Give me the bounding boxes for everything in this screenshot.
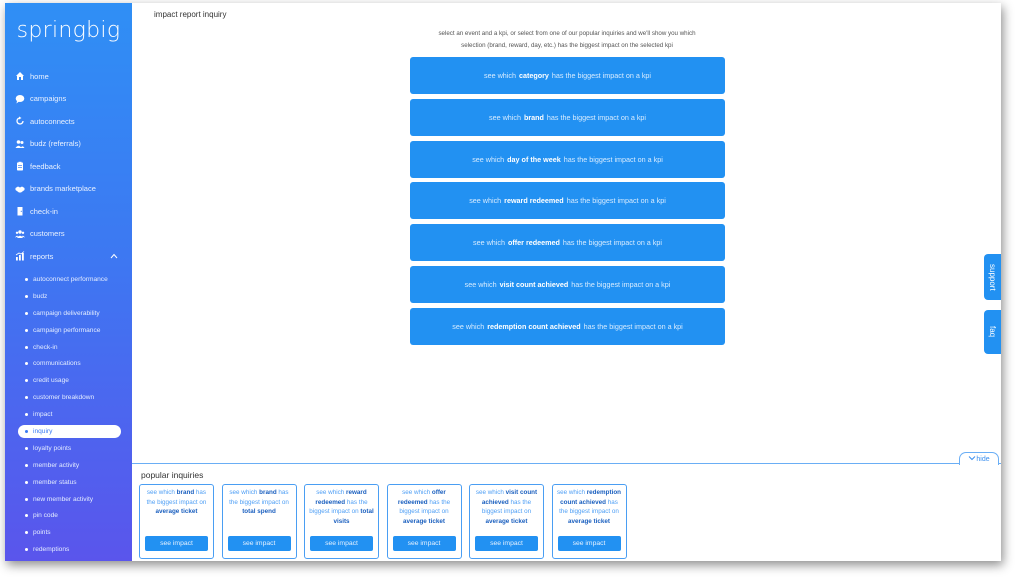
popular-cards: see which brand has the biggest impact o… — [139, 484, 634, 559]
inquiry-button-list: see which category has the biggest impact … — [410, 57, 725, 350]
sidebar-item-check-in[interactable]: check-in — [5, 200, 132, 223]
popular-card: see which brand has the biggest impact o… — [221, 484, 297, 559]
bullet-icon — [25, 311, 28, 315]
sidebar-item-label: reports — [30, 251, 54, 261]
report-member-status[interactable]: member status — [5, 474, 132, 491]
report-loyalty-points[interactable]: loyalty points — [5, 440, 132, 457]
bullet-icon — [25, 531, 28, 535]
inquiry-button-category[interactable]: see which category has the biggest impact … — [410, 57, 725, 94]
sidebar-item-label: budz (referrals) — [30, 139, 81, 149]
sidebar-item-label: customers — [30, 229, 65, 239]
report-campaign-performance[interactable]: campaign performance — [5, 322, 132, 339]
clipboard-icon — [14, 161, 25, 172]
inquiry-button-reward-redeemed[interactable]: see which reward redeemed has the biggest … — [410, 182, 725, 220]
bullet-icon — [25, 413, 28, 417]
popular-card: see which reward redeemed has the bigges… — [304, 484, 379, 559]
sidebar-item-label: brands marketplace — [30, 184, 96, 194]
door-icon — [14, 206, 25, 217]
report-pin-code[interactable]: pin code — [5, 507, 132, 524]
report-budz[interactable]: budz — [5, 288, 132, 305]
sidebar: springbig home campaigns autoconnects bu… — [5, 3, 132, 561]
app-window: springbig home campaigns autoconnects bu… — [5, 3, 1001, 561]
bullet-icon — [25, 277, 28, 281]
bullet-icon — [25, 497, 28, 501]
faq-tab[interactable]: faq — [984, 310, 1001, 354]
sidebar-item-label: check-in — [30, 206, 58, 216]
see-impact-button[interactable]: see impact — [557, 536, 621, 551]
sidebar-item-label: feedback — [30, 161, 61, 171]
chevron-up-icon[interactable] — [110, 252, 118, 261]
report-autoconnect-performance[interactable]: autoconnect performance — [5, 271, 132, 288]
report-impact[interactable]: impact — [5, 406, 132, 423]
sidebar-item-label: home — [30, 71, 49, 81]
report-member-activity[interactable]: member activity — [5, 457, 132, 474]
handshake-icon — [14, 183, 25, 194]
bullet-icon — [25, 362, 28, 366]
bullet-icon — [25, 446, 28, 450]
bullet-icon — [25, 429, 28, 433]
popular-inquiries-panel: hide popular inquiries see which brand h… — [132, 452, 1001, 561]
report-communications[interactable]: communications — [5, 355, 132, 372]
sidebar-item-campaigns[interactable]: campaigns — [5, 88, 132, 111]
sidebar-item-customers[interactable]: customers — [5, 223, 132, 246]
bullet-icon — [25, 480, 28, 484]
popular-inquiries-title: popular inquiries — [141, 470, 204, 480]
popular-card: see which offer redeemed has the biggest… — [386, 484, 462, 559]
sidebar-item-label: autoconnects — [30, 116, 75, 126]
sidebar-item-autoconnects[interactable]: autoconnects — [5, 110, 132, 133]
report-check-in[interactable]: check-in — [5, 339, 132, 356]
popular-card: see which redemption count achieved has … — [551, 484, 627, 559]
sidebar-item-home[interactable]: home — [5, 65, 132, 88]
sidebar-item-budz[interactable]: budz (referrals) — [5, 133, 132, 156]
report-redemptions[interactable]: redemptions — [5, 541, 132, 558]
report-credit-usage[interactable]: credit usage — [5, 372, 132, 389]
see-impact-button[interactable]: see impact — [227, 536, 291, 551]
bullet-icon — [25, 345, 28, 349]
bullet-icon — [25, 548, 28, 552]
inquiry-button-day-of-week[interactable]: see which day of the week has the biggest … — [410, 140, 725, 178]
inquiry-button-visit-count[interactable]: see which visit count achieved has the big… — [410, 265, 725, 303]
instructions: select an event and a kpi, or select fro… — [438, 30, 696, 49]
home-icon — [14, 71, 25, 82]
support-tab[interactable]: support — [984, 254, 1001, 300]
sidebar-nav: home campaigns autoconnects budz (referr… — [5, 65, 132, 268]
chart-icon — [14, 251, 25, 262]
chevron-down-icon — [968, 455, 976, 463]
bullet-icon — [25, 294, 28, 298]
report-inquiry[interactable]: inquiry — [5, 423, 132, 440]
inquiry-button-offer-redeemed[interactable]: see which offer redeemed has the biggest i… — [410, 224, 725, 262]
chat-icon — [14, 93, 25, 104]
popular-card: see which brand has the biggest impact o… — [139, 484, 214, 559]
sidebar-item-reports[interactable]: reports — [5, 245, 132, 268]
bullet-icon — [25, 463, 28, 467]
sidebar-item-feedback[interactable]: feedback — [5, 155, 132, 178]
refresh-icon — [14, 116, 25, 127]
see-impact-button[interactable]: see impact — [475, 536, 538, 551]
sidebar-item-label: campaigns — [30, 94, 67, 104]
report-points[interactable]: points — [5, 524, 132, 541]
popular-card: see which visit count achieved has the b… — [469, 484, 544, 559]
report-campaign-deliverability[interactable]: campaign deliverability — [5, 305, 132, 322]
bullet-icon — [25, 328, 28, 332]
inquiry-button-redemption-count[interactable]: see which redemption count achieved has th… — [410, 307, 725, 345]
reports-subnav: autoconnect performance budz campaign de… — [5, 271, 132, 558]
hide-panel-button[interactable]: hide — [959, 452, 999, 465]
logo[interactable]: springbig — [5, 18, 132, 43]
bullet-icon — [25, 514, 28, 518]
users-icon — [14, 138, 25, 149]
group-icon — [14, 228, 25, 239]
report-customer-breakdown[interactable]: customer breakdown — [5, 389, 132, 406]
see-impact-button[interactable]: see impact — [145, 536, 208, 551]
bullet-icon — [25, 396, 28, 400]
sidebar-item-brands-marketplace[interactable]: brands marketplace — [5, 178, 132, 201]
report-new-member-activity[interactable]: new member activity — [5, 491, 132, 508]
see-impact-button[interactable]: see impact — [310, 536, 373, 551]
see-impact-button[interactable]: see impact — [392, 536, 456, 551]
main-content: impact report inquiry select an event an… — [132, 3, 1001, 463]
bullet-icon — [25, 379, 28, 383]
page-title: impact report inquiry — [154, 10, 227, 19]
inquiry-button-brand[interactable]: see which brand has the biggest impact on … — [410, 98, 725, 136]
